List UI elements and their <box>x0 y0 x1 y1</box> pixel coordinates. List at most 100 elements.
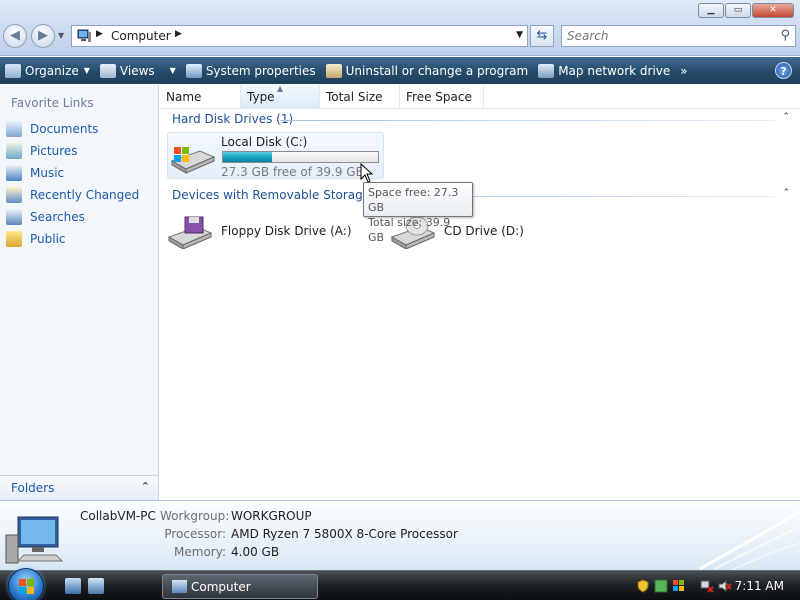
window-controls: ▁ ▭ ✕ <box>698 3 794 18</box>
show-desktop-icon[interactable] <box>65 578 81 594</box>
processor-value: AMD Ryzen 7 5800X 8-Core Processor <box>231 527 458 541</box>
breadcrumb-computer[interactable]: Computer <box>111 29 171 43</box>
command-bar: Organize ▼ Views ▼ System properties Uni… <box>0 57 800 84</box>
taskbar-window-computer[interactable]: Computer <box>162 574 318 599</box>
column-header-total-size[interactable]: Total Size <box>320 85 400 109</box>
refresh-button[interactable]: ⇆ <box>530 25 554 47</box>
map-network-drive-button[interactable]: Map network drive <box>533 57 675 84</box>
group-collapse-icon[interactable]: ⌃ <box>782 188 790 198</box>
sidebar-item-label: Searches <box>30 210 85 224</box>
system-properties-label: System properties <box>205 63 316 78</box>
computer-large-icon <box>5 516 64 564</box>
search-box[interactable]: ⚲ <box>561 25 796 47</box>
chevron-down-icon: ▼ <box>169 66 176 75</box>
sidebar-item-public[interactable]: Public <box>0 228 158 250</box>
favorite-links-list: Documents Pictures Music Recently Change… <box>0 118 158 250</box>
close-button[interactable]: ✕ <box>752 3 794 18</box>
column-headers: Name ▲ Type Total Size Free Space <box>160 84 800 109</box>
system-properties-icon <box>185 63 202 78</box>
breadcrumb-children-icon[interactable]: ▶ <box>175 29 182 39</box>
drive-floppy-a[interactable]: Floppy Disk Drive (A:) <box>167 213 382 255</box>
map-network-drive-label: Map network drive <box>558 63 671 78</box>
folders-label: Folders <box>11 481 55 495</box>
forward-button[interactable]: ▶ <box>31 24 55 48</box>
hard-disk-icon <box>170 147 216 174</box>
recently-changed-icon <box>6 187 22 203</box>
uninstall-label: Uninstall or change a program <box>345 63 529 78</box>
clock[interactable]: 7:11 AM <box>735 579 784 593</box>
folders-toggle[interactable]: Folders ⌃ <box>0 475 158 500</box>
column-header-type[interactable]: ▲ Type <box>241 84 320 109</box>
organize-button[interactable]: Organize ▼ <box>0 57 95 84</box>
documents-icon <box>6 121 22 137</box>
views-icon <box>99 63 116 78</box>
sidebar-item-label: Public <box>30 232 66 246</box>
sidebar-item-label: Documents <box>30 122 99 136</box>
computer-name: CollabVM-PC <box>80 509 156 523</box>
group-collapse-icon[interactable]: ⌃ <box>782 112 790 122</box>
floppy-drive-icon <box>167 216 213 249</box>
sidebar-item-documents[interactable]: Documents <box>0 118 158 140</box>
taskbar-window-label: Computer <box>191 580 251 594</box>
sort-arrow-icon: ▲ <box>277 84 284 93</box>
computer-icon <box>172 580 187 593</box>
breadcrumb-separator-icon[interactable]: ▶ <box>96 29 103 39</box>
group-header-removable-storage[interactable]: Devices with Removable Storage (2) <box>172 188 391 202</box>
uninstall-program-button[interactable]: Uninstall or change a program <box>321 57 534 84</box>
tooltip-space-free: Space free: 27.3 GB <box>368 186 459 214</box>
address-dropdown-icon[interactable]: ▼ <box>516 30 523 40</box>
views-button[interactable]: Views ▼ <box>95 57 181 84</box>
processor-label: Processor: <box>164 527 226 541</box>
window-titlebar: ▁ ▭ ✕ ◀ ▶ ▼ ▶ Computer ▶ ▼ ⇆ ⚲ <box>0 0 800 56</box>
volume-muted-icon[interactable] <box>718 579 732 593</box>
refresh-icon: ⇆ <box>536 28 548 43</box>
start-button[interactable] <box>8 568 44 600</box>
help-button[interactable]: ? <box>775 62 792 79</box>
views-label: Views <box>119 63 155 78</box>
drive-name: Floppy Disk Drive (A:) <box>221 224 352 238</box>
switch-windows-icon[interactable] <box>88 578 104 594</box>
chevron-up-icon: ⌃ <box>140 480 150 493</box>
tooltip-total-size: Total size: 39.9 GB <box>368 216 451 244</box>
sidebar-item-recently-changed[interactable]: Recently Changed <box>0 184 158 206</box>
forward-arrow-icon: ▶ <box>38 28 48 43</box>
memory-value: 4.00 GB <box>231 545 280 559</box>
windows-update-icon[interactable] <box>672 579 686 593</box>
address-bar[interactable]: ▶ Computer ▶ ▼ <box>71 25 528 47</box>
windows-logo-icon <box>19 579 34 594</box>
file-view: Name ▲ Type Total Size Free Space Hard D… <box>160 84 800 500</box>
maximize-button[interactable]: ▭ <box>725 3 751 18</box>
music-icon <box>6 165 22 181</box>
more-commands-button[interactable]: » <box>675 57 692 84</box>
mouse-cursor-icon <box>360 163 374 183</box>
taskbar: Computer 7:11 AM <box>0 568 800 600</box>
sidebar-item-label: Recently Changed <box>30 188 140 202</box>
computer-icon <box>77 29 91 42</box>
search-input[interactable] <box>562 26 762 46</box>
drive-capacity-fill <box>223 152 272 162</box>
network-icon[interactable] <box>700 579 714 593</box>
favorite-links-title: Favorite Links <box>11 96 94 110</box>
back-button[interactable]: ◀ <box>3 24 27 48</box>
security-shield-icon[interactable] <box>636 579 650 593</box>
minimize-button[interactable]: ▁ <box>698 3 724 18</box>
group-header-hard-disk-drives[interactable]: Hard Disk Drives (1) <box>172 112 293 126</box>
workgroup-value: WORKGROUP <box>231 509 312 523</box>
sidebar-item-music[interactable]: Music <box>0 162 158 184</box>
recent-pages-dropdown[interactable]: ▼ <box>58 31 64 40</box>
memory-label: Memory: <box>174 545 226 559</box>
column-header-free-space[interactable]: Free Space <box>400 85 484 109</box>
back-arrow-icon: ◀ <box>10 28 20 43</box>
search-icon[interactable]: ⚲ <box>780 28 790 43</box>
system-properties-button[interactable]: System properties <box>181 57 321 84</box>
organize-label: Organize <box>25 63 79 78</box>
windows-defender-icon[interactable] <box>654 579 668 593</box>
sidebar-item-pictures[interactable]: Pictures <box>0 140 158 162</box>
sidebar-item-searches[interactable]: Searches <box>0 206 158 228</box>
system-tray: 7:11 AM <box>630 571 800 600</box>
drive-name: Local Disk (C:) <box>221 135 308 149</box>
drive-local-disk-c[interactable]: Local Disk (C:) 27.3 GB free of 39.9 GB <box>167 132 384 179</box>
drive-tooltip: Space free: 27.3 GB Total size: 39.9 GB <box>363 182 473 244</box>
column-header-type-label: Type <box>247 90 275 104</box>
column-header-name[interactable]: Name <box>160 85 241 109</box>
